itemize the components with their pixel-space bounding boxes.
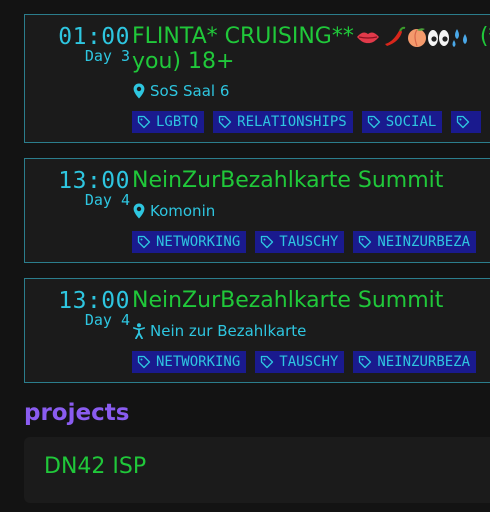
tag-list: LGBTQ RELATIONSHIPS SOCIAL — [132, 111, 482, 133]
tag-label: NEINZURBEZA — [377, 354, 471, 370]
event-location-text: Komonin — [150, 202, 216, 220]
event-day: Day 4 — [84, 191, 130, 209]
event-time: 01:00 — [58, 24, 130, 50]
event-title[interactable]: NeinZurBezahlkarte Summit — [132, 169, 443, 193]
tag-label: LGBTQ — [156, 114, 199, 130]
tag-label: SOCIAL — [385, 114, 437, 130]
event-location: SoS Saal 6 — [133, 82, 229, 100]
tag-icon — [457, 115, 470, 129]
event-title-text: FLINTA* CRUISING** — [132, 24, 354, 49]
event-title[interactable]: NeinZurBezahlkarte Summit — [132, 289, 443, 313]
event-time: 13:00 — [58, 168, 130, 194]
project-card[interactable]: DN42 ISP — [24, 437, 490, 503]
event-title-line2: you) 18+ — [132, 49, 235, 74]
tag[interactable]: SOCIAL — [361, 111, 443, 133]
tag[interactable]: NEINZURBEZA — [353, 231, 477, 253]
event-host-text: Nein zur Bezahlkarte — [150, 322, 307, 340]
event-time: 13:00 — [58, 288, 130, 314]
tag[interactable] — [451, 111, 482, 133]
tag-label: NETWORKING — [156, 234, 241, 250]
tag-icon — [359, 355, 372, 369]
tag-label: TAUSCHY — [279, 234, 339, 250]
tag[interactable]: NETWORKING — [132, 231, 247, 253]
event-card[interactable]: 13:00 Day 4 NeinZurBezahlkarte Summit Ko… — [24, 158, 490, 263]
tag-label: RELATIONSHIPS — [237, 114, 347, 130]
project-name[interactable]: DN42 ISP — [44, 454, 146, 480]
event-card[interactable]: 13:00 Day 4 NeinZurBezahlkarte Summit Ne… — [24, 278, 490, 383]
tag-icon — [359, 235, 372, 249]
event-location: Komonin — [133, 202, 215, 220]
tag-icon — [137, 235, 151, 249]
event-day: Day 3 — [84, 47, 130, 65]
tag[interactable]: TAUSCHY — [255, 231, 345, 253]
tag-label: NETWORKING — [156, 354, 241, 370]
projects-heading: projects — [24, 400, 130, 426]
lips-pepper-peach-eyes-sweat-emoji-icon — [356, 26, 467, 47]
tag-icon — [137, 115, 151, 129]
tag[interactable]: NEINZURBEZA — [353, 351, 477, 373]
location-pin-icon — [133, 83, 145, 99]
event-location-text: SoS Saal 6 — [150, 82, 230, 100]
event-day: Day 4 — [84, 311, 130, 329]
tag[interactable]: TAUSCHY — [255, 351, 345, 373]
tag-list: NETWORKING TAUSCHY NEINZURBEZA — [132, 231, 477, 253]
tag[interactable]: LGBTQ — [132, 111, 205, 133]
tag-icon — [137, 355, 151, 369]
emoji-group — [355, 26, 473, 48]
tag-label: NEINZURBEZA — [377, 234, 471, 250]
event-host: Nein zur Bezahlkarte — [133, 322, 306, 340]
tag-icon — [219, 115, 232, 129]
location-pin-icon — [133, 203, 145, 219]
event-title[interactable]: FLINTA* CRUISING** (* — [132, 25, 490, 49]
tag-icon — [261, 235, 274, 249]
tag-label: TAUSCHY — [279, 354, 339, 370]
person-icon — [133, 323, 145, 339]
event-card[interactable]: 01:00 Day 3 FLINTA* CRUISING** (you) 18… — [24, 14, 490, 143]
tag-icon — [261, 355, 274, 369]
tag[interactable]: RELATIONSHIPS — [213, 111, 353, 133]
tag-list: NETWORKING TAUSCHY NEINZURBEZA — [132, 351, 477, 373]
event-title-cont: (* — [479, 24, 490, 49]
tag-icon — [367, 115, 380, 129]
tag[interactable]: NETWORKING — [132, 351, 247, 373]
